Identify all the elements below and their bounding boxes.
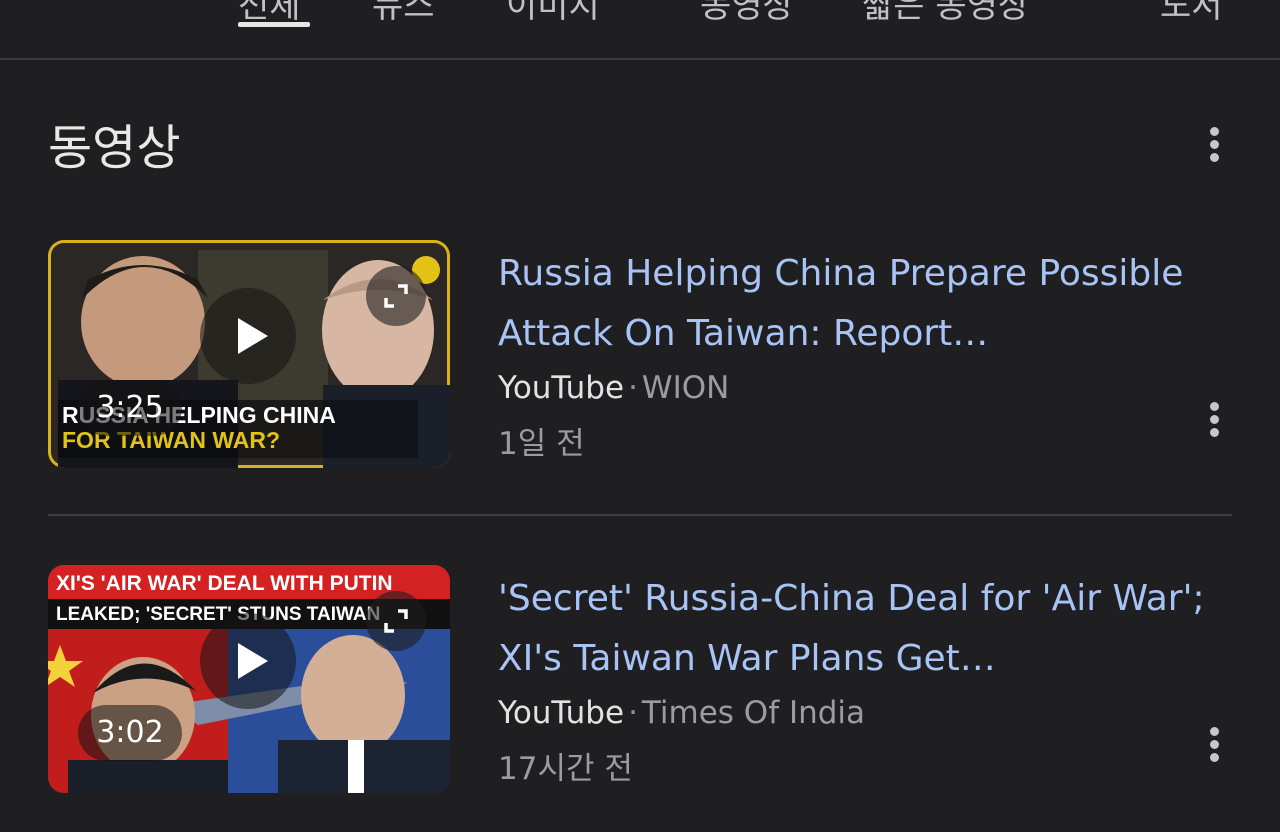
video-more-options-icon[interactable] [1202, 398, 1226, 442]
video-source: YouTube [498, 695, 625, 731]
tab-books[interactable]: 도서 [1160, 0, 1223, 27]
video-thumbnail[interactable]: XI'S 'AIR WAR' DEAL WITH PUTIN LEAKED; '… [48, 565, 450, 793]
search-tab-bar: 전체 뉴스 이미지 동영상 짧은 동영상 도서 [0, 0, 1280, 60]
video-title[interactable]: 'Secret' Russia-China Deal for 'Air War'… [498, 569, 1228, 689]
play-icon[interactable] [200, 613, 296, 709]
meta-separator: · [628, 695, 638, 731]
tab-short-videos[interactable]: 짧은 동영상 [862, 0, 1029, 27]
video-result-2[interactable]: XI'S 'AIR WAR' DEAL WITH PUTIN LEAKED; '… [48, 565, 1232, 793]
play-icon[interactable] [200, 288, 296, 384]
thumbnail-caption-line-1: XI'S 'AIR WAR' DEAL WITH PUTIN [56, 572, 393, 595]
meta-separator: · [628, 370, 638, 406]
video-meta: YouTube · Times Of India [498, 695, 865, 731]
video-duration: 3:25 [78, 380, 182, 436]
tab-news[interactable]: 뉴스 [372, 0, 435, 27]
section-title: 동영상 [48, 120, 181, 176]
video-more-options-icon[interactable] [1202, 723, 1226, 767]
expand-icon[interactable] [366, 591, 426, 651]
video-source: YouTube [498, 370, 625, 406]
expand-icon[interactable] [366, 266, 426, 326]
video-result-1[interactable]: RUSSIA HELPING CHINA FOR TAIWAN WAR? 3:2… [48, 240, 1232, 468]
video-age: 17시간 전 [498, 751, 633, 787]
section-more-options-icon[interactable] [1202, 123, 1226, 167]
video-channel[interactable]: Times Of India [642, 695, 865, 731]
video-meta: YouTube · WION [498, 370, 729, 406]
result-divider [48, 514, 1232, 516]
video-channel[interactable]: WION [642, 370, 729, 406]
video-age: 1일 전 [498, 426, 585, 462]
video-title[interactable]: Russia Helping China Prepare Possible At… [498, 244, 1228, 364]
active-tab-indicator [238, 22, 310, 27]
video-duration: 3:02 [78, 705, 182, 761]
tab-images[interactable]: 이미지 [506, 0, 600, 27]
video-thumbnail[interactable]: RUSSIA HELPING CHINA FOR TAIWAN WAR? 3:2… [48, 240, 450, 468]
tab-videos[interactable]: 동영상 [700, 0, 794, 27]
